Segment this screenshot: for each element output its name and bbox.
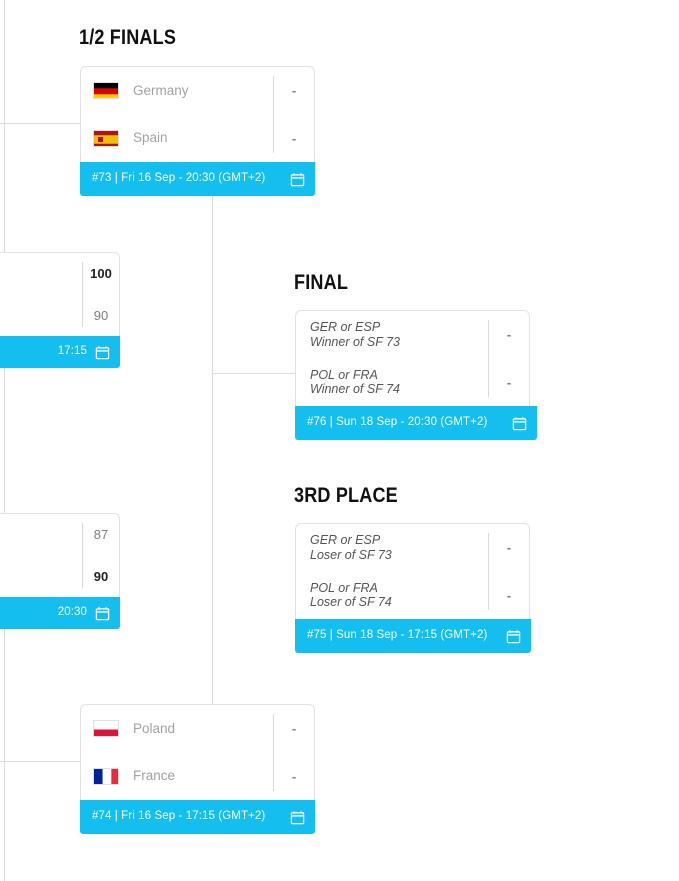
team-row-away: POL or FRA Loser of SF 74 - [296,572,529,620]
calendar-icon[interactable] [95,345,110,360]
team-row-home: Poland - [81,705,314,753]
team-row-home: Germany - [81,67,314,115]
connector-sf-to-final [212,373,296,374]
spain-flag [93,129,119,147]
match-card-third-75[interactable]: GER or ESP Loser of SF 73 - POL or FRA L… [295,523,531,653]
team-score: - [291,768,297,784]
germany-flag [93,82,119,100]
team-source: Winner of SF 73 [310,334,400,349]
team-score: - [506,540,512,556]
team-row-away: POL or FRA Winner of SF 74 - [296,359,529,407]
match-schedule-bar[interactable]: #75 | Sun 18 Sep - 17:15 (GMT+2) [295,619,531,653]
match-card-qf-lower[interactable]: 87 90 20:30 [0,513,120,629]
team-placeholder: POL or FRA Winner of SF 74 [310,368,400,397]
match-schedule-bar[interactable]: #76 | Sun 18 Sep - 20:30 (GMT+2) [295,406,537,440]
match-body: 87 90 [0,513,120,597]
match-schedule-text: #76 | Sun 18 Sep - 20:30 (GMT+2) [307,416,488,429]
connector-left-spine [4,0,5,881]
team-score: 90 [93,307,109,323]
match-schedule-bar[interactable]: 20:30 [0,597,120,629]
team-score: 90 [93,568,109,584]
team-row-away: France - [81,753,314,801]
team-placeholder: GER or ESP Winner of SF 73 [310,320,400,349]
team-score: 100 [90,266,112,282]
connector-left-to-sf73 [0,123,81,124]
team-name: Poland [133,720,176,736]
match-schedule-text: #74 | Fri 16 Sep - 17:15 (GMT+2) [92,810,266,823]
team-score: - [291,83,297,99]
team-row-home: 100 [0,253,119,295]
team-placeholder: POL or FRA Loser of SF 74 [310,581,392,610]
match-card-sf-73[interactable]: Germany - Spain - #73 | Fri 16 Sep - 20:… [80,66,315,196]
match-body: 100 90 [0,252,120,336]
team-source: Loser of SF 74 [310,595,392,610]
team-score: - [506,587,512,603]
connector-sf-to-final-spine [212,194,213,714]
team-code-options: POL or FRA [310,580,378,595]
team-code-options: POL or FRA [310,367,378,382]
team-name: Germany [133,82,189,98]
match-body: Poland - France - [80,704,315,800]
match-card-final-76[interactable]: GER or ESP Winner of SF 73 - POL or FRA … [295,310,537,440]
team-score: - [506,374,512,390]
team-name: Spain [133,130,168,146]
france-flag [93,767,119,785]
team-score: 87 [93,527,109,543]
team-row-away: 90 [0,295,119,337]
team-source: Winner of SF 74 [310,382,400,397]
team-placeholder: GER or ESP Loser of SF 73 [310,533,392,562]
calendar-icon[interactable] [512,416,527,431]
team-name: France [133,768,176,784]
match-schedule-text: 20:30 [57,606,87,619]
match-schedule-text: #75 | Sun 18 Sep - 17:15 (GMT+2) [307,629,488,642]
match-schedule-text: 17:15 [57,345,87,358]
match-schedule-text: #73 | Fri 16 Sep - 20:30 (GMT+2) [92,172,266,185]
team-row-away: 90 [0,556,119,598]
match-schedule-bar[interactable]: #74 | Fri 16 Sep - 17:15 (GMT+2) [80,800,315,834]
team-source: Loser of SF 73 [310,547,392,562]
team-row-home: 87 [0,514,119,556]
calendar-icon[interactable] [95,606,110,621]
team-score: - [291,130,297,146]
calendar-icon[interactable] [506,629,521,644]
poland-flag [93,720,119,738]
match-card-qf-upper[interactable]: 100 90 17:15 [0,252,120,368]
match-body: Germany - Spain - [80,66,315,162]
calendar-icon[interactable] [290,810,305,825]
team-code-options: GER or ESP [310,320,381,335]
team-score: - [291,721,297,737]
match-body: GER or ESP Loser of SF 73 - POL or FRA L… [295,523,530,619]
round-title-final: Final [294,271,349,294]
team-score: - [506,327,512,343]
team-row-away: Spain - [81,115,314,163]
team-row-home: GER or ESP Loser of SF 73 - [296,524,529,572]
match-body: GER or ESP Winner of SF 73 - POL or FRA … [295,310,530,406]
round-title-semifinals: 1/2 Finals [79,26,177,49]
calendar-icon[interactable] [290,172,305,187]
match-card-sf-74[interactable]: Poland - France - #74 | Fri 16 Sep - 17:… [80,704,315,834]
connector-left-to-sf74 [0,761,81,762]
match-schedule-bar[interactable]: 17:15 [0,336,120,368]
match-schedule-bar[interactable]: #73 | Fri 16 Sep - 20:30 (GMT+2) [80,162,315,196]
team-row-home: GER or ESP Winner of SF 73 - [296,311,529,359]
round-title-third-place: 3rd Place [294,484,398,507]
team-code-options: GER or ESP [310,533,381,548]
